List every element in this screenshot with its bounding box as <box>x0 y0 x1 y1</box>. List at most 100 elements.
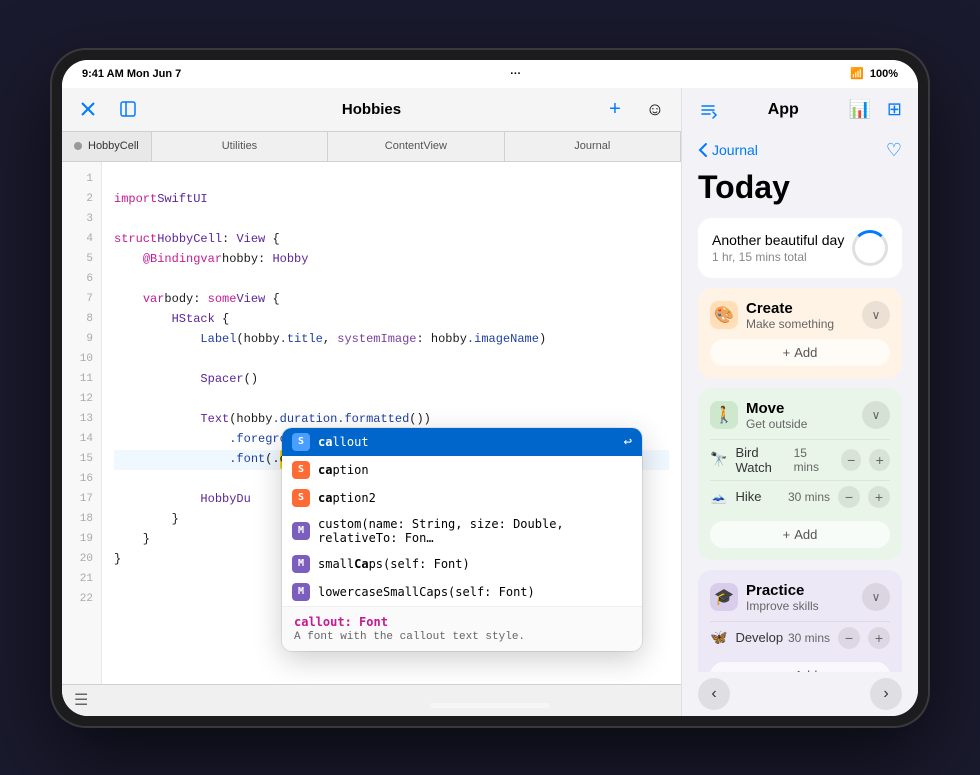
bird-watch-item: 🔭 Bird Watch 15 mins − + <box>710 439 890 480</box>
code-line <box>114 210 669 230</box>
editor-bottom-bar: ☰ <box>62 684 681 716</box>
move-subtitle: Get outside <box>746 417 807 431</box>
plus-icon: + <box>783 527 791 542</box>
sub-item-left: 🔭 Bird Watch <box>710 445 794 475</box>
highlight-text: ca <box>318 463 332 477</box>
arrange-icon <box>698 100 718 120</box>
sub-item-left: 🦋 Develop <box>710 629 783 646</box>
autocomplete-text: caption2 <box>318 491 632 505</box>
hike-item: 🗻 Hike 30 mins − + <box>710 480 890 513</box>
activity-info: Create Make something <box>746 300 834 331</box>
tab-journal[interactable]: Journal <box>505 132 681 161</box>
code-editor[interactable]: 12345 678910 1112131415 1617181920 2122 … <box>62 162 681 684</box>
hike-label: Hike <box>735 489 761 504</box>
next-arrow[interactable]: › <box>870 678 902 710</box>
hike-icon: 🗻 <box>710 488 727 505</box>
ipad-frame: 9:41 AM Mon Jun 7 ··· 📶 100% <box>50 48 930 728</box>
activity-icon-title: 🚶 Move Get outside <box>710 400 807 431</box>
loading-spinner <box>852 230 888 266</box>
add-file-button[interactable]: + <box>601 95 629 123</box>
bird-watch-icon: 🔭 <box>710 451 727 468</box>
autocomplete-text: callout <box>318 435 616 449</box>
bird-watch-time: 15 mins <box>794 446 833 474</box>
autocomplete-text: custom(name: String, size: Double, relat… <box>318 517 632 545</box>
day-card-content: Another beautiful day 1 hr, 15 mins tota… <box>712 232 844 264</box>
code-line <box>114 390 669 410</box>
highlight-text: ca <box>318 491 332 505</box>
close-button[interactable] <box>74 95 102 123</box>
autocomplete-text: caption <box>318 463 632 477</box>
hike-plus[interactable]: + <box>868 486 890 508</box>
tab-hobbycell[interactable]: HobbyCell <box>62 132 152 161</box>
create-title: Create <box>746 300 834 317</box>
badge-s: S <box>292 433 310 451</box>
practice-subtitle: Improve skills <box>746 599 819 613</box>
sidebar-toggle-button[interactable] <box>114 95 142 123</box>
develop-icon: 🦋 <box>710 629 727 646</box>
badge-m: M <box>292 583 310 601</box>
develop-plus[interactable]: + <box>868 627 890 649</box>
back-chevron-icon <box>698 142 708 158</box>
status-bar-center: ··· <box>510 68 521 80</box>
code-line: @Binding var hobby: Hobby <box>114 250 669 270</box>
journal-page-title: Today <box>698 169 902 206</box>
autocomplete-item-caption2[interactable]: S caption2 <box>282 484 642 512</box>
tab-contentview[interactable]: ContentView <box>328 132 504 161</box>
code-line: var body: some View { <box>114 290 669 310</box>
prev-arrow[interactable]: ‹ <box>698 678 730 710</box>
journal-nav: ‹ › <box>682 672 918 716</box>
chart-icon[interactable]: 📊 <box>848 99 870 120</box>
activity-header: 🎓 Practice Improve skills ∨ <box>710 582 890 613</box>
bottom-list-icon[interactable]: ☰ <box>74 690 88 710</box>
hike-minus[interactable]: − <box>838 486 860 508</box>
plus-icon: + <box>783 668 791 672</box>
create-add-button[interactable]: + Add <box>710 339 890 366</box>
sub-item-right: 15 mins − + <box>794 446 890 474</box>
status-dots: ··· <box>510 68 521 80</box>
ipad-screen: 9:41 AM Mon Jun 7 ··· 📶 100% <box>62 60 918 716</box>
grid-icon[interactable]: ⊞ <box>887 99 902 120</box>
move-expand-button[interactable]: ∨ <box>862 401 890 429</box>
autocomplete-item-smallcaps[interactable]: M smallCaps(self: Font) <box>282 550 642 578</box>
footer-desc: A font with the callout text style. <box>294 631 630 643</box>
code-line <box>114 170 669 190</box>
activity-card-practice: 🎓 Practice Improve skills ∨ 🦋 <box>698 570 902 672</box>
badge-m: M <box>292 555 310 573</box>
move-icon: 🚶 <box>710 401 738 429</box>
autocomplete-item-custom[interactable]: M custom(name: String, size: Double, rel… <box>282 512 642 550</box>
day-card-sub: 1 hr, 15 mins total <box>712 250 844 264</box>
highlight-text: Ca <box>354 557 368 571</box>
code-line: Text(hobby.duration.formatted()) <box>114 410 669 430</box>
bird-watch-plus[interactable]: + <box>869 449 890 471</box>
app-label: App <box>768 101 799 119</box>
activity-info: Move Get outside <box>746 400 807 431</box>
emoji-button[interactable]: ☺ <box>641 95 669 123</box>
editor-panel: Hobbies + ☺ HobbyCell Utilities ContentV… <box>62 88 682 716</box>
autocomplete-item-caption[interactable]: S caption <box>282 456 642 484</box>
add-label: Add <box>794 345 817 360</box>
code-line <box>114 350 669 370</box>
practice-title: Practice <box>746 582 819 599</box>
heart-icon[interactable]: ♡ <box>886 140 902 161</box>
return-icon: ↩ <box>624 434 632 450</box>
editor-tabs: HobbyCell Utilities ContentView Journal <box>62 132 681 162</box>
code-line: struct HobbyCell: View { <box>114 230 669 250</box>
wifi-icon: 📶 <box>850 67 864 80</box>
move-add-button[interactable]: + Add <box>710 521 890 548</box>
develop-minus[interactable]: − <box>838 627 860 649</box>
practice-add-button[interactable]: + Add <box>710 662 890 672</box>
editor-toolbar: Hobbies + ☺ <box>62 88 681 132</box>
autocomplete-item-lowercase[interactable]: M lowercaseSmallCaps(self: Font) <box>282 578 642 606</box>
tab-utilities[interactable]: Utilities <box>152 132 328 161</box>
practice-expand-button[interactable]: ∨ <box>862 583 890 611</box>
tab-hobbycell-label: HobbyCell <box>88 140 139 152</box>
bird-watch-label: Bird Watch <box>735 445 793 475</box>
create-icon: 🎨 <box>710 301 738 329</box>
bird-watch-minus[interactable]: − <box>841 449 862 471</box>
add-label: Add <box>794 668 817 672</box>
autocomplete-item-callout[interactable]: S callout ↩ <box>282 428 642 456</box>
sub-item-right: 30 mins − + <box>788 486 890 508</box>
create-expand-button[interactable]: ∨ <box>862 301 890 329</box>
journal-back-button[interactable]: Journal ♡ <box>698 140 902 161</box>
code-line: Label(hobby.title, systemImage: hobby.im… <box>114 330 669 350</box>
